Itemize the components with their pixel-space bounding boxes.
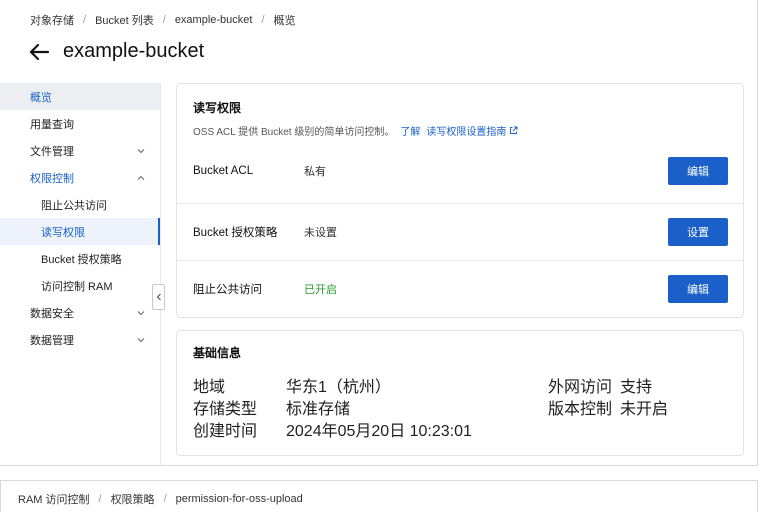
field-value-region: 华东1（杭州）	[286, 379, 391, 396]
sidebar-item-label: 访问控制 RAM	[41, 280, 113, 293]
sidebar-item-bucket-policy[interactable]: Bucket 授权策略	[0, 245, 160, 272]
breadcrumb-item-current: 概览	[273, 15, 296, 27]
card-description: OSS ACL 提供 Bucket 级别的简单访问控制。 了解 读写权限设置指南	[193, 123, 518, 138]
field-label-created-time: 创建时间	[193, 423, 258, 440]
sidebar-item-permission-control[interactable]: 权限控制	[0, 164, 160, 191]
sidebar-item-overview[interactable]: 概览	[0, 83, 160, 110]
sidebar-item-label: 文件管理	[30, 145, 74, 158]
description-text: OSS ACL 提供 Bucket 级别的简单访问控制。	[193, 127, 395, 138]
breadcrumb-separator: /	[261, 14, 265, 26]
row-value: 私有	[304, 166, 326, 178]
bucket-overview-panel: 对象存储 / Bucket 列表 / example-bucket / 概览 e…	[0, 0, 758, 466]
ram-policy-panel: RAM 访问控制 / 权限策略 / permission-for-oss-upl…	[0, 480, 758, 512]
field-value-public-access: 支持	[620, 379, 653, 396]
row-value: 未设置	[304, 227, 337, 239]
title-row: example-bucket	[28, 40, 204, 63]
arrow-left-icon[interactable]	[28, 41, 50, 63]
edit-block-public-access-button[interactable]: 编辑	[668, 275, 728, 303]
learn-link[interactable]: 了解	[400, 123, 420, 138]
breadcrumb-item-bucket-list[interactable]: Bucket 列表	[95, 12, 154, 28]
row-label: 阻止公共访问	[193, 284, 262, 296]
bucket-policy-row: Bucket 授权策略 未设置 设置	[177, 203, 743, 261]
breadcrumb-item-object-storage[interactable]: 对象存储	[30, 12, 74, 28]
sidebar-item-data-management[interactable]: 数据管理	[0, 326, 160, 353]
field-value-versioning: 未开启	[620, 401, 669, 418]
chevron-up-icon	[137, 175, 145, 180]
set-policy-button[interactable]: 设置	[668, 218, 728, 246]
sidebar-item-label: 数据管理	[30, 334, 74, 347]
block-public-access-row: 阻止公共访问 已开启 编辑	[177, 260, 743, 318]
field-label-storage-class: 存储类型	[193, 401, 258, 418]
field-label-versioning: 版本控制	[548, 401, 613, 418]
breadcrumb: RAM 访问控制 / 权限策略 / permission-for-oss-upl…	[18, 491, 303, 507]
field-value-created-time: 2024年05月20日 10:23:01	[286, 423, 472, 440]
breadcrumb-separator: /	[83, 14, 87, 26]
sidebar-item-label: 阻止公共访问	[41, 199, 107, 212]
sidebar-collapse-button[interactable]	[152, 284, 165, 310]
sidebar-item-label: 权限控制	[30, 172, 74, 185]
row-label: Bucket 授权策略	[193, 227, 278, 239]
sidebar-item-label: 概览	[30, 91, 52, 104]
field-value-storage-class: 标准存储	[286, 401, 351, 418]
guide-link[interactable]: 读写权限设置指南	[426, 123, 506, 138]
breadcrumb-separator: /	[163, 493, 167, 505]
field-label-public-access: 外网访问	[548, 379, 613, 396]
sidebar-item-label: Bucket 授权策略	[41, 253, 122, 266]
sidebar-item-block-public-access[interactable]: 阻止公共访问	[0, 191, 160, 218]
basic-info-card: 基础信息 地域 华东1（杭州） 存储类型 标准存储 创建时间 2024年05月2…	[176, 330, 744, 456]
external-link-icon	[510, 126, 518, 134]
edit-acl-button[interactable]: 编辑	[668, 157, 728, 185]
chevron-down-icon	[137, 148, 145, 153]
card-title: 读写权限	[193, 101, 242, 115]
status-value: 已开启	[304, 284, 337, 296]
page-title: example-bucket	[63, 40, 205, 62]
sidebar: 概览 用量查询 文件管理 权限控制 阻止公共访问 读写权限 Bucket 授权策…	[0, 83, 161, 465]
sidebar-item-read-write-permission[interactable]: 读写权限	[0, 218, 160, 245]
breadcrumb-separator: /	[162, 14, 166, 26]
sidebar-item-ram-access[interactable]: 访问控制 RAM	[0, 272, 160, 299]
breadcrumb-separator: /	[98, 493, 102, 505]
chevron-down-icon	[137, 310, 145, 315]
breadcrumb: 对象存储 / Bucket 列表 / example-bucket / 概览	[30, 12, 296, 28]
sidebar-item-data-security[interactable]: 数据安全	[0, 299, 160, 326]
sidebar-item-label: 数据安全	[30, 307, 74, 320]
breadcrumb-item-ram[interactable]: RAM 访问控制	[18, 491, 90, 507]
sidebar-item-usage[interactable]: 用量查询	[0, 110, 160, 137]
breadcrumb-item-policies[interactable]: 权限策略	[111, 491, 155, 507]
bucket-acl-row: Bucket ACL 私有 编辑	[177, 142, 743, 200]
card-title: 基础信息	[193, 346, 242, 360]
chevron-down-icon	[137, 337, 145, 342]
read-write-permission-card: 读写权限 OSS ACL 提供 Bucket 级别的简单访问控制。 了解 读写权…	[176, 83, 744, 318]
field-label-region: 地域	[193, 379, 226, 396]
sidebar-item-label: 用量查询	[30, 118, 74, 131]
breadcrumb-item-policy-name: permission-for-oss-upload	[175, 493, 303, 505]
row-label: Bucket ACL	[193, 165, 254, 177]
chevron-left-icon	[156, 293, 161, 301]
breadcrumb-item-bucket[interactable]: example-bucket	[175, 14, 253, 26]
sidebar-item-file-management[interactable]: 文件管理	[0, 137, 160, 164]
sidebar-item-label: 读写权限	[41, 226, 85, 239]
